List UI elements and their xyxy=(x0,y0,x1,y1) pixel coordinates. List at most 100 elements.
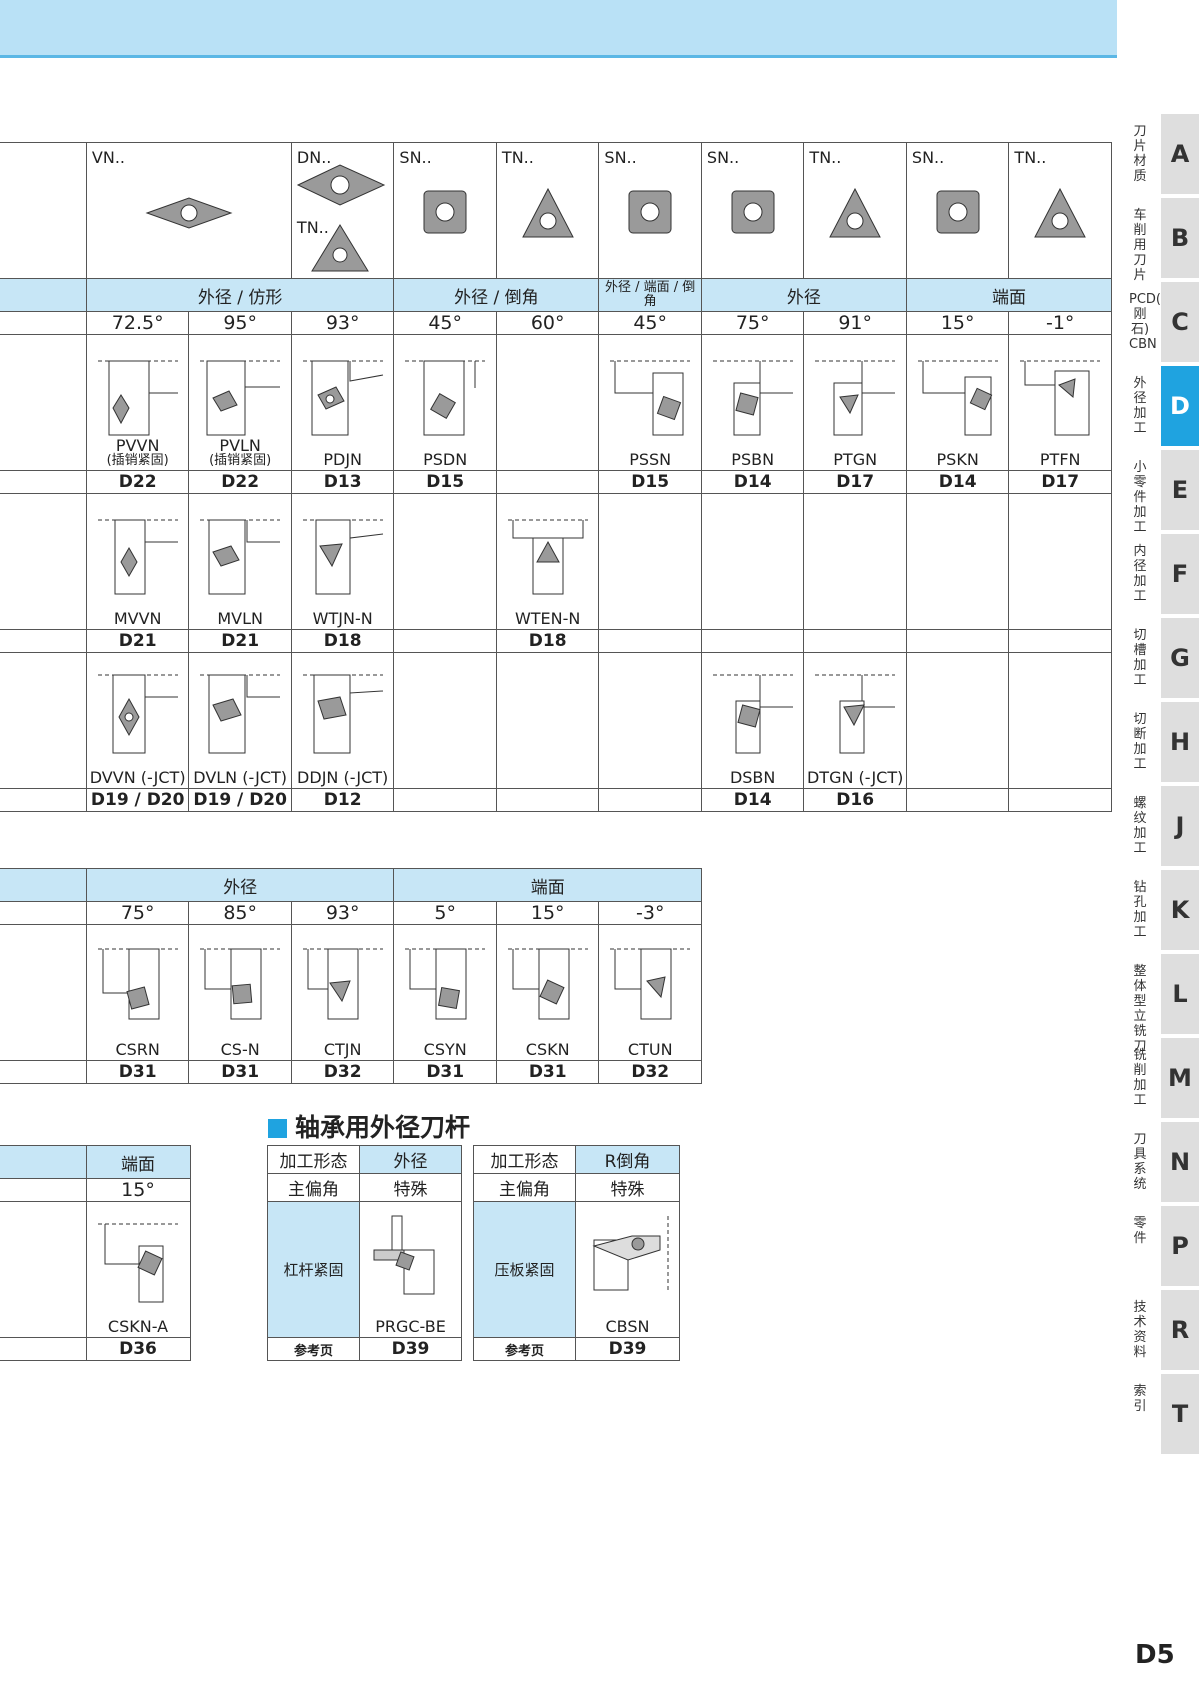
tool-name: DTGN (-JCT) xyxy=(806,768,904,787)
page-ref: D18 xyxy=(290,629,395,653)
tool-name: CSKN xyxy=(525,1040,570,1059)
tool-name: CSRN xyxy=(115,1040,160,1059)
group-face: 端面 xyxy=(85,1145,191,1179)
tab-m[interactable]: M xyxy=(1161,1038,1199,1118)
page-ref: D31 xyxy=(393,1060,497,1084)
page-ref: D15 xyxy=(598,470,702,494)
tab-b[interactable]: B xyxy=(1161,198,1199,278)
page-ref: D32 xyxy=(598,1060,702,1084)
tab-label-a: 刀片材质 xyxy=(1133,124,1147,184)
group-od: 外径 xyxy=(85,868,395,902)
angle: 15° xyxy=(85,1178,191,1202)
value: 特殊 xyxy=(575,1173,680,1202)
tab-h[interactable]: H xyxy=(1161,702,1199,782)
tab-a[interactable]: A xyxy=(1161,114,1199,194)
tab-label-h: 切断加工 xyxy=(1133,712,1147,772)
tab-label-p: 零件 xyxy=(1133,1216,1147,1246)
tool-cell: CSYN xyxy=(393,924,497,1061)
value: 外径 xyxy=(359,1145,462,1174)
tool-cell: PSDN xyxy=(393,334,497,471)
label: 主偏角 xyxy=(267,1173,360,1202)
tab-label-f: 内径加工 xyxy=(1133,544,1147,604)
clamp-type: 压板紧固 xyxy=(473,1201,576,1338)
tool-cell: PRGC-BE xyxy=(359,1201,462,1338)
tab-j[interactable]: J xyxy=(1161,786,1199,866)
tool-cell xyxy=(803,493,907,630)
angle: 85° xyxy=(188,901,292,925)
tab-l[interactable]: L xyxy=(1161,954,1199,1034)
tool-name: MVVN xyxy=(113,609,162,628)
tab-k[interactable]: K xyxy=(1161,870,1199,950)
tool-name: DVVN (-JCT) xyxy=(89,768,186,787)
angle: 5° xyxy=(393,901,497,925)
tool-name: PDJN xyxy=(323,450,362,469)
group-od: 外径 xyxy=(700,278,907,312)
tab-r[interactable]: R xyxy=(1161,1290,1199,1370)
tool-cell xyxy=(393,493,497,630)
tool-note: (插销紧固) xyxy=(106,453,169,468)
square-bullet-icon xyxy=(268,1119,287,1138)
tab-d[interactable]: D xyxy=(1161,366,1199,446)
tab-e[interactable]: E xyxy=(1161,450,1199,530)
middle-holder-table: 外径 端面 75° 85° 93° 5° 15° -3° CSRN CS-N C… xyxy=(0,868,702,1084)
insert-tn-3: TN.. xyxy=(1008,142,1112,279)
angle: -3° xyxy=(598,901,702,925)
tab-c[interactable]: C xyxy=(1161,282,1199,362)
angle: 60° xyxy=(495,311,600,335)
tool-cell: CSKN-A xyxy=(85,1201,191,1338)
insert-tn: TN.. xyxy=(495,142,600,279)
page-ref: D17 xyxy=(803,470,907,494)
tool-name: PSKN xyxy=(936,450,979,469)
page-ref xyxy=(393,629,497,653)
tool-name: WTJN-N xyxy=(312,609,373,628)
tool-name: CTUN xyxy=(627,1040,673,1059)
tab-label-k: 钻孔加工 xyxy=(1133,880,1147,940)
tool-name: CS-N xyxy=(220,1040,260,1059)
tab-label-e: 小零件加工 xyxy=(1133,460,1147,535)
tool-cell: DSBN xyxy=(700,652,805,789)
tool-cell xyxy=(495,334,600,471)
angle: 45° xyxy=(393,311,497,335)
ref-label: 参考页 xyxy=(267,1337,360,1361)
page-ref: D31 xyxy=(85,1060,190,1084)
tool-cell: CSRN xyxy=(85,924,190,1061)
tool-name: CBSN xyxy=(605,1317,650,1336)
angle: -1° xyxy=(1008,311,1112,335)
section-index: 刀片材质 A 车削用刀片 B PCD(金刚石) CBN C 外径加工 D 小零件加工 E 内径加工 F… xyxy=(1123,0,1200,1697)
page-ref: D32 xyxy=(290,1060,395,1084)
label: 主偏角 xyxy=(473,1173,576,1202)
group-face: 端面 xyxy=(905,278,1113,312)
tool-name: DDJN (-JCT) xyxy=(297,768,389,787)
page-ref: D12 xyxy=(290,788,395,812)
tab-t[interactable]: T xyxy=(1161,1374,1199,1454)
tab-p[interactable]: P xyxy=(1161,1206,1199,1286)
tool-cell xyxy=(1008,652,1112,789)
tool-cell xyxy=(598,652,702,789)
clamp-type: 杠杆紧固 xyxy=(267,1201,360,1338)
tab-f[interactable]: F xyxy=(1161,534,1199,614)
tool-name: PTGN xyxy=(833,450,878,469)
tool-cell: CSKN xyxy=(495,924,600,1061)
angle: 95° xyxy=(188,311,292,335)
tab-n[interactable]: N xyxy=(1161,1122,1199,1202)
tool-note: (插销紧固) xyxy=(209,453,272,468)
tool-name: MVLN xyxy=(217,609,263,628)
value: R倒角 xyxy=(575,1145,680,1174)
angle: 75° xyxy=(85,901,190,925)
section-title: 轴承用外径刀杆 xyxy=(268,1108,470,1144)
tool-cell: PSBN xyxy=(700,334,805,471)
page-ref: D21 xyxy=(85,629,190,653)
tool-cell xyxy=(905,493,1010,630)
tab-g[interactable]: G xyxy=(1161,618,1199,698)
tool-name: WTEN-N xyxy=(514,609,581,628)
tool-cell xyxy=(1008,493,1112,630)
page-ref: D17 xyxy=(1008,470,1112,494)
page-ref: D14 xyxy=(700,788,805,812)
insert-sn: SN.. xyxy=(393,142,497,279)
angle: 93° xyxy=(290,311,395,335)
tool-cell: PSKN xyxy=(905,334,1010,471)
tab-label-b: 车削用刀片 xyxy=(1133,208,1147,283)
tool-name: DVLN (-JCT) xyxy=(193,768,288,787)
angle: 15° xyxy=(905,311,1010,335)
tab-label-g: 切槽加工 xyxy=(1133,628,1147,688)
